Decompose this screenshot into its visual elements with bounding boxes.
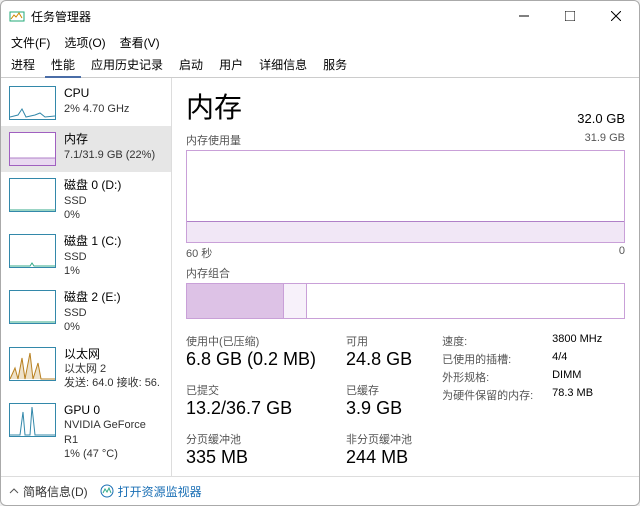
cached-label: 已缓存: [346, 382, 412, 398]
usage-chart-label: 内存使用量: [186, 132, 241, 148]
memory-composition-chart[interactable]: [186, 283, 625, 319]
spec-form: DIMM: [552, 369, 581, 385]
menubar: 文件(F) 选项(O) 查看(V): [1, 31, 639, 53]
net-thumb: [9, 347, 56, 381]
axis-right: 0: [619, 245, 625, 261]
titlebar[interactable]: 任务管理器: [1, 1, 639, 31]
sidebar-item-memory[interactable]: 内存7.1/31.9 GB (22%): [1, 126, 171, 172]
cpu-thumb: [9, 86, 56, 120]
menu-view[interactable]: 查看(V): [114, 32, 166, 53]
sidebar: CPU2% 4.70 GHz 内存7.1/31.9 GB (22%) 磁盘 0 …: [1, 78, 172, 476]
disk-thumb: [9, 234, 56, 268]
sidebar-item-disk-0[interactable]: 磁盘 0 (D:)SSD0%: [1, 172, 171, 228]
fewer-details-button[interactable]: 简略信息(D): [9, 483, 88, 500]
tab-startup[interactable]: 启动: [173, 53, 209, 76]
minimize-button[interactable]: [501, 1, 547, 31]
available-label: 可用: [346, 333, 412, 349]
window-controls: [501, 1, 639, 31]
sidebar-item-cpu[interactable]: CPU2% 4.70 GHz: [1, 80, 171, 126]
sidebar-item-disk-1[interactable]: 磁盘 1 (C:)SSD1%: [1, 228, 171, 284]
memory-specs: 速度:3800 MHz 已使用的插槽:4/4 外形规格:DIMM 为硬件保留的内…: [442, 333, 625, 468]
tab-details[interactable]: 详细信息: [253, 53, 313, 76]
nonpaged-value: 244 MB: [346, 447, 412, 468]
committed-label: 已提交: [186, 382, 316, 398]
monitor-icon: [100, 484, 114, 498]
menu-file[interactable]: 文件(F): [5, 32, 56, 53]
sidebar-item-label: 磁盘 0 (D:): [64, 178, 121, 194]
task-manager-window: 任务管理器 文件(F) 选项(O) 查看(V) 进程 性能 应用历史记录 启动 …: [0, 0, 640, 506]
sidebar-item-disk-2[interactable]: 磁盘 2 (E:)SSD0%: [1, 284, 171, 340]
paged-value: 335 MB: [186, 447, 316, 468]
nonpaged-label: 非分页缓冲池: [346, 431, 412, 447]
sidebar-item-label: 磁盘 1 (C:): [64, 234, 121, 250]
disk-thumb: [9, 178, 56, 212]
axis-left: 60 秒: [186, 245, 212, 261]
chevron-up-icon: [9, 486, 19, 496]
app-icon: [9, 8, 25, 24]
paged-label: 分页缓冲池: [186, 431, 316, 447]
tabbar: 进程 性能 应用历史记录 启动 用户 详细信息 服务: [1, 53, 639, 78]
committed-value: 13.2/36.7 GB: [186, 398, 316, 419]
close-button[interactable]: [593, 1, 639, 31]
window-title: 任务管理器: [31, 8, 501, 25]
spec-speed: 3800 MHz: [552, 333, 602, 349]
in-use-label: 使用中(已压缩): [186, 333, 316, 349]
sidebar-item-ethernet[interactable]: 以太网以太网 2发送: 64.0 接收: 56.: [1, 341, 171, 397]
maximize-button[interactable]: [547, 1, 593, 31]
usage-chart-max: 31.9 GB: [585, 132, 625, 148]
footer: 简略信息(D) 打开资源监视器: [1, 476, 639, 505]
sidebar-item-label: CPU: [64, 86, 129, 102]
spec-slots: 4/4: [552, 351, 567, 367]
memory-usage-chart[interactable]: [186, 150, 625, 243]
in-use-value: 6.8 GB (0.2 MB): [186, 349, 316, 370]
main-panel: 内存 32.0 GB 内存使用量 31.9 GB 60 秒 0 内存组合 使用中(已…: [172, 78, 639, 476]
composition-label: 内存组合: [186, 265, 625, 281]
tab-processes[interactable]: 进程: [5, 53, 41, 76]
total-memory: 32.0 GB: [577, 111, 625, 126]
memory-thumb: [9, 132, 56, 166]
open-resource-monitor-link[interactable]: 打开资源监视器: [100, 483, 202, 500]
sidebar-item-label: 磁盘 2 (E:): [64, 290, 121, 306]
cached-value: 3.9 GB: [346, 398, 412, 419]
disk-thumb: [9, 290, 56, 324]
sidebar-item-label: 内存: [64, 132, 155, 148]
tab-history[interactable]: 应用历史记录: [85, 53, 169, 76]
sidebar-item-label: 以太网: [64, 347, 160, 363]
sidebar-item-label: GPU 0: [64, 403, 163, 419]
sidebar-item-gpu[interactable]: GPU 0NVIDIA GeForce R11% (47 °C): [1, 397, 171, 467]
spec-reserved: 78.3 MB: [552, 387, 593, 403]
page-title: 内存: [186, 86, 242, 126]
tab-services[interactable]: 服务: [317, 53, 353, 76]
tab-performance[interactable]: 性能: [45, 53, 81, 78]
available-value: 24.8 GB: [346, 349, 412, 370]
menu-options[interactable]: 选项(O): [58, 32, 111, 53]
gpu-thumb: [9, 403, 56, 437]
tab-users[interactable]: 用户: [213, 53, 249, 76]
